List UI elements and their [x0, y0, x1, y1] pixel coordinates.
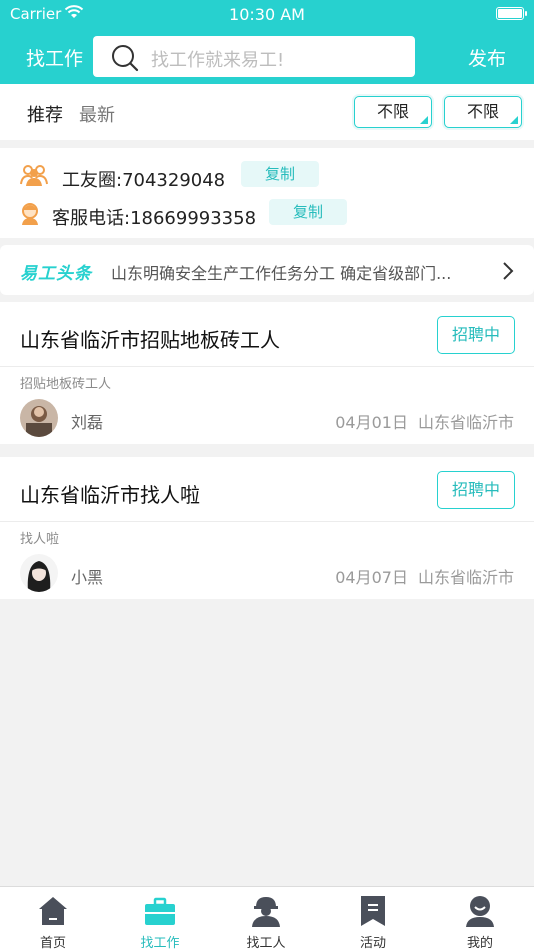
group-text: 工友圈:704329048: [62, 170, 226, 191]
status-badge[interactable]: 招聘中: [437, 316, 515, 354]
job-location: 山东省临沂市: [417, 413, 514, 432]
people-icon: [20, 164, 48, 190]
worker-icon: [250, 895, 282, 927]
tab-home[interactable]: 首页: [0, 887, 106, 950]
poster-name: 刘磊: [71, 413, 104, 432]
home-icon: [37, 895, 69, 927]
chevron-right-icon: [502, 261, 514, 285]
copy-group-button[interactable]: 复制: [241, 161, 319, 187]
status-bar: Carrier 10:30 AM: [0, 0, 534, 28]
clock: 10:30 AM: [229, 5, 305, 24]
avatar: [20, 554, 58, 592]
status-badge[interactable]: 招聘中: [437, 471, 515, 509]
job-meta: 04月07日 山东省临沂市: [335, 564, 514, 588]
job-card[interactable]: 山东省临沂市找人啦 招聘中 找人啦 小黑 04月07日 山东省临沂市: [0, 457, 534, 599]
group-row: 工友圈:704329048 复制: [0, 156, 534, 196]
profile-icon: [464, 895, 496, 927]
job-location: 山东省临沂市: [417, 568, 514, 587]
tab-bar: 首页 找工作 找工人 活动 我的: [0, 886, 534, 950]
dropdown-corner-icon: [420, 116, 428, 124]
job-date: 04月01日: [335, 413, 408, 432]
tab-find-worker-label: 找工人: [246, 936, 286, 950]
bookmark-icon: [357, 895, 389, 927]
contact-panel: 工友圈:704329048 复制 客服电话:18669993358 复制: [0, 148, 534, 238]
briefcase-icon: [144, 895, 176, 927]
top-bar: Carrier 10:30 AM 找工作 找工作就来易工! 发布: [0, 0, 534, 84]
job-card[interactable]: 山东省临沂市招贴地板砖工人 招聘中 招贴地板砖工人 刘磊 04月01日 山东省临沂…: [0, 302, 534, 444]
support-agent-icon: [20, 202, 40, 230]
tab-profile-label: 我的: [466, 936, 493, 950]
filter-bar: 推荐 最新 不限 不限: [0, 84, 534, 140]
tab-recommended[interactable]: 推荐: [27, 101, 63, 127]
job-date: 04月07日: [335, 568, 408, 587]
tab-find-job-label: 找工作: [140, 936, 180, 950]
news-headline: 山东明确安全生产工作任务分工 确定省级部门...: [111, 264, 452, 283]
job-subtitle: 招贴地板砖工人: [20, 377, 112, 392]
tab-activity[interactable]: 活动: [320, 887, 426, 950]
tab-find-worker[interactable]: 找工人: [213, 887, 319, 950]
news-ticker[interactable]: 易工头条 山东明确安全生产工作任务分工 确定省级部门...: [0, 245, 534, 295]
avatar: [20, 399, 58, 437]
tab-activity-label: 活动: [359, 936, 386, 950]
search-icon: [111, 44, 139, 76]
tab-profile[interactable]: 我的: [427, 887, 533, 950]
filter-dropdown-1[interactable]: 不限: [354, 96, 432, 128]
news-logo: 易工头条: [20, 264, 92, 284]
tab-home-label: 首页: [39, 936, 66, 950]
poster-name: 小黑: [71, 568, 104, 587]
battery-icon: [496, 7, 527, 20]
tab-find-job[interactable]: 找工作: [107, 887, 213, 950]
search-input[interactable]: 找工作就来易工!: [93, 36, 415, 77]
job-subtitle: 找人啦: [20, 532, 60, 547]
job-title: 山东省临沂市招贴地板砖工人: [20, 328, 280, 352]
divider: [0, 366, 534, 367]
publish-button[interactable]: 发布: [468, 44, 506, 71]
service-row: 客服电话:18669993358 复制: [0, 194, 534, 234]
dropdown-corner-icon: [510, 116, 518, 124]
filter-dropdown-2[interactable]: 不限: [444, 96, 522, 128]
filter-dropdown-1-value: 不限: [376, 102, 409, 121]
copy-service-button[interactable]: 复制: [269, 199, 347, 225]
page-title: 找工作: [26, 48, 84, 70]
filter-dropdown-2-value: 不限: [466, 102, 499, 121]
service-text: 客服电话:18669993358: [52, 208, 257, 229]
job-title: 山东省临沂市找人啦: [20, 483, 200, 507]
search-placeholder: 找工作就来易工!: [151, 50, 285, 71]
divider: [0, 521, 534, 522]
tab-latest[interactable]: 最新: [79, 101, 115, 127]
job-meta: 04月01日 山东省临沂市: [335, 409, 514, 433]
